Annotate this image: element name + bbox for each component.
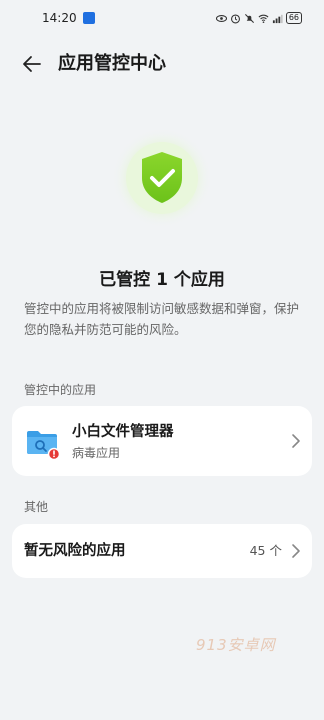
section-label-controlled: 管控中的应用 bbox=[24, 383, 97, 397]
summary-description: 管控中的应用将被限制访问敏感数据和弹窗，保护您的隐私并防范可能的风险。 bbox=[24, 301, 300, 337]
folder-virus-icon bbox=[27, 431, 60, 460]
app-name: 小白文件管理器 bbox=[72, 424, 174, 440]
shield-check-icon bbox=[112, 128, 212, 228]
eye-icon bbox=[215, 14, 227, 22]
app-risk-label: 病毒应用 bbox=[72, 446, 121, 460]
chevron-right-icon bbox=[292, 434, 300, 448]
alarm-icon bbox=[230, 13, 240, 23]
battery-icon: 66 bbox=[285, 12, 302, 24]
controlled-count-title: 已管控 1 个应用 bbox=[99, 270, 225, 290]
chevron-right-icon bbox=[292, 544, 300, 558]
status-left: 14:20 bbox=[42, 11, 95, 25]
no-risk-apps-count: 45 个 bbox=[249, 543, 282, 558]
back-arrow-icon[interactable] bbox=[20, 52, 44, 76]
status-icons: 66 bbox=[215, 12, 302, 24]
notification-app-icon bbox=[82, 12, 95, 24]
status-time: 14:20 bbox=[42, 11, 77, 25]
section-label-other: 其他 bbox=[24, 500, 49, 514]
watermark: 913安卓网 bbox=[196, 636, 276, 654]
status-bar: 14:20 66 bbox=[0, 0, 324, 36]
controlled-app-item[interactable]: 小白文件管理器 病毒应用 bbox=[12, 406, 312, 476]
page-title: 应用管控中心 bbox=[58, 53, 166, 74]
header: 应用管控中心 bbox=[0, 42, 324, 86]
no-risk-apps-row[interactable]: 暂无风险的应用 45 个 bbox=[12, 524, 312, 578]
no-risk-apps-label: 暂无风险的应用 bbox=[24, 543, 126, 559]
mute-bell-icon bbox=[244, 13, 254, 23]
signal-icon bbox=[272, 14, 283, 23]
wifi-icon bbox=[258, 14, 269, 23]
